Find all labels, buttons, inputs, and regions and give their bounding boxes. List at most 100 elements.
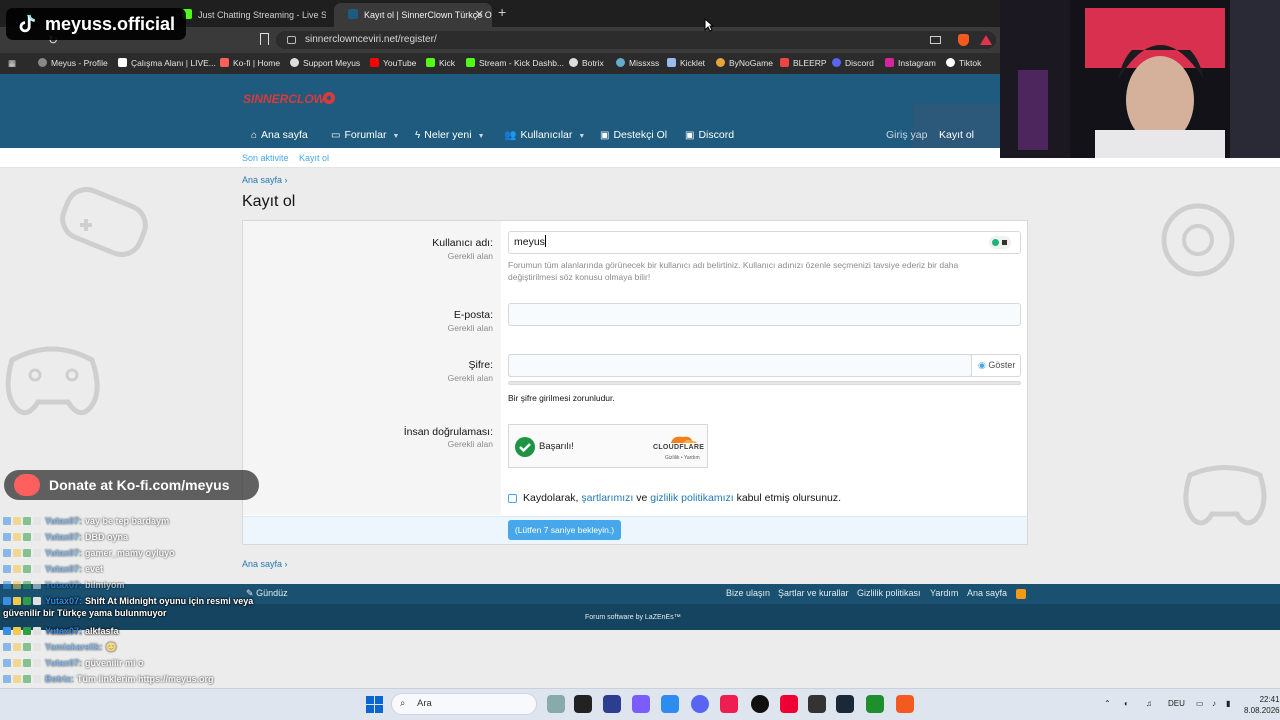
bookmark-item[interactable]: Ko-fi | Home [220, 53, 280, 74]
chevron-down-icon[interactable]: ▼ [478, 126, 485, 148]
captcha-label: İnsan doğrulaması: [403, 426, 493, 438]
bookmark-item[interactable]: Discord [832, 53, 874, 74]
brave-icon[interactable] [896, 695, 914, 713]
rss-icon[interactable] [1016, 589, 1026, 599]
chat-message: Yutax07: evet [3, 563, 103, 575]
privacy-link[interactable]: gizlilik politikamızı [650, 492, 733, 504]
subnav-recent-activity[interactable]: Son aktivite [242, 148, 289, 168]
mic-icon[interactable]: ♫ [1146, 699, 1152, 708]
footer-link-help[interactable]: Yardım [930, 588, 958, 598]
bookmark-item[interactable]: Kicklet [667, 53, 705, 74]
password-field[interactable] [508, 354, 972, 377]
discord-icon [832, 58, 841, 67]
captcha-links[interactable]: Gizlilik • Yardım [665, 455, 700, 461]
nav-forums[interactable]: ▭ Forumlar ▼ [331, 124, 399, 148]
bookmark-item[interactable]: Botrix [569, 53, 604, 74]
taskbar-search[interactable]: ⌕ Ara [391, 693, 537, 715]
site-settings-icon[interactable] [287, 36, 296, 44]
apps-icon[interactable]: ▦ [8, 53, 16, 74]
bookmark-item[interactable]: Instagram [885, 53, 936, 74]
nav-supporter[interactable]: ▣ Destekçi Ol [600, 124, 667, 147]
tiktok-icon[interactable] [720, 695, 738, 713]
volume-icon[interactable]: ♪ [1212, 699, 1216, 708]
address-bar[interactable]: sinnerclownceviri.net/register/ [276, 31, 996, 49]
app-icon[interactable] [661, 695, 679, 713]
footer-link-privacy[interactable]: Gizlilik politikası [857, 588, 921, 598]
footer-link-contact[interactable]: Bize ulaşın [726, 588, 770, 598]
register-link[interactable]: Kayıt ol [939, 124, 974, 146]
tab-register[interactable]: Kayıt ol | SinnerClown Türkçe Oyun ✕ [334, 3, 492, 27]
discord-icon[interactable] [691, 695, 709, 713]
breadcrumb-bottom[interactable]: Ana sayfa › [242, 559, 288, 569]
nav-home[interactable]: ⌂ Ana sayfa [251, 124, 308, 147]
agree-checkbox[interactable] [508, 494, 517, 503]
battery-icon[interactable]: ▮ [1226, 699, 1230, 708]
taskbar-clock[interactable]: 22:41 8.08.2026 [1244, 694, 1280, 716]
password-label: Şifre: [468, 359, 493, 371]
breadcrumb[interactable]: Ana sayfa › [242, 175, 288, 185]
bookmark-item[interactable]: Missxss [616, 53, 659, 74]
chat-badges-icon [3, 548, 43, 557]
app-icon[interactable] [603, 695, 621, 713]
chevron-down-icon[interactable]: ▼ [578, 126, 585, 148]
bookmark-item[interactable]: Meyus - Profile [38, 53, 108, 74]
tab-just-chatting[interactable]: Just Chatting Streaming - Live Stream [168, 3, 326, 27]
kofi-text: Donate at Ko-fi.com/meyus [49, 477, 230, 493]
chat-badges-icon [3, 674, 43, 683]
tab-label: Just Chatting Streaming - Live Stream [198, 10, 326, 20]
bookmark-item[interactable]: ByNoGame [716, 53, 773, 74]
required-hint: Gerekli alan [447, 373, 493, 383]
bookmark-item[interactable]: YouTube [370, 53, 416, 74]
password-strength-meter [508, 381, 1021, 385]
language-indicator[interactable]: DEU [1168, 699, 1185, 708]
bookmark-item[interactable]: Çalışma Alanı | LIVE... [118, 53, 216, 74]
bookmark-item[interactable]: Stream - Kick Dashb... [466, 53, 564, 74]
cast-icon[interactable] [930, 36, 941, 44]
login-link[interactable]: Giriş yap [886, 124, 927, 146]
obs-icon[interactable] [751, 695, 769, 713]
xbox-icon[interactable] [866, 695, 884, 713]
bookmark-icon[interactable] [260, 33, 269, 45]
bookmark-item[interactable]: Tiktok [946, 53, 981, 74]
chat-text: Tüm linklerim https://meyus.org [77, 674, 214, 684]
nav-members[interactable]: 👥 Kullanıcılar ▼ [504, 124, 585, 148]
close-tab-icon[interactable]: ✕ [475, 3, 484, 27]
workspace-icon [118, 58, 127, 67]
captcha-status: Başarılı! [539, 441, 574, 452]
footer-link-terms[interactable]: Şartlar ve kurallar [778, 588, 849, 598]
site-logo[interactable]: SINNERCLOWN [241, 86, 337, 112]
app-icon[interactable] [780, 695, 798, 713]
email-field[interactable] [508, 303, 1021, 326]
bookmark-item[interactable]: BLEERP [780, 53, 827, 74]
terminal-icon[interactable] [574, 695, 592, 713]
register-button[interactable]: (Lütfen 7 saniye bekleyin.) [508, 520, 621, 540]
bookmark-item[interactable]: Support Meyus [290, 53, 360, 74]
file-explorer-icon[interactable] [547, 695, 565, 713]
network-icon[interactable]: ◐ [1124, 699, 1129, 708]
password-manager-icon[interactable] [989, 236, 1011, 249]
footer-link-home[interactable]: Ana sayfa [967, 588, 1007, 598]
terms-link[interactable]: şartlarımızı [581, 492, 633, 504]
epic-games-icon[interactable] [808, 695, 826, 713]
subnav-register[interactable]: Kayıt ol [299, 148, 329, 168]
nav-discord[interactable]: ▣ Discord [685, 124, 734, 147]
new-tab-icon[interactable]: + [498, 4, 506, 20]
username-label: Kullanıcı adı: [432, 237, 493, 249]
show-password-toggle[interactable]: ◉ Göster [971, 354, 1021, 377]
start-button[interactable] [366, 696, 383, 713]
chat-badges-icon [3, 626, 43, 635]
brave-shield-icon[interactable] [958, 34, 969, 46]
steam-icon[interactable] [836, 695, 854, 713]
form-submit-row [243, 516, 1027, 544]
app-grid-icon[interactable] [632, 695, 650, 713]
nav-whats-new[interactable]: ϟ Neler yeni ▼ [415, 124, 485, 148]
tiktok-logo-icon [19, 14, 35, 33]
username-input[interactable]: meyus [508, 231, 1021, 254]
bookmark-item[interactable]: Kick [426, 53, 455, 74]
display-icon[interactable]: ▭ [1196, 699, 1204, 708]
turnstile-widget[interactable]: Başarılı! CLOUDFLARE Gizlilik • Yardım [508, 424, 708, 468]
tray-chevron-icon[interactable]: ⌃ [1104, 699, 1111, 708]
brave-rewards-icon[interactable] [980, 35, 992, 45]
chevron-right-icon: › [284, 559, 288, 569]
chevron-down-icon[interactable]: ▼ [392, 126, 399, 148]
